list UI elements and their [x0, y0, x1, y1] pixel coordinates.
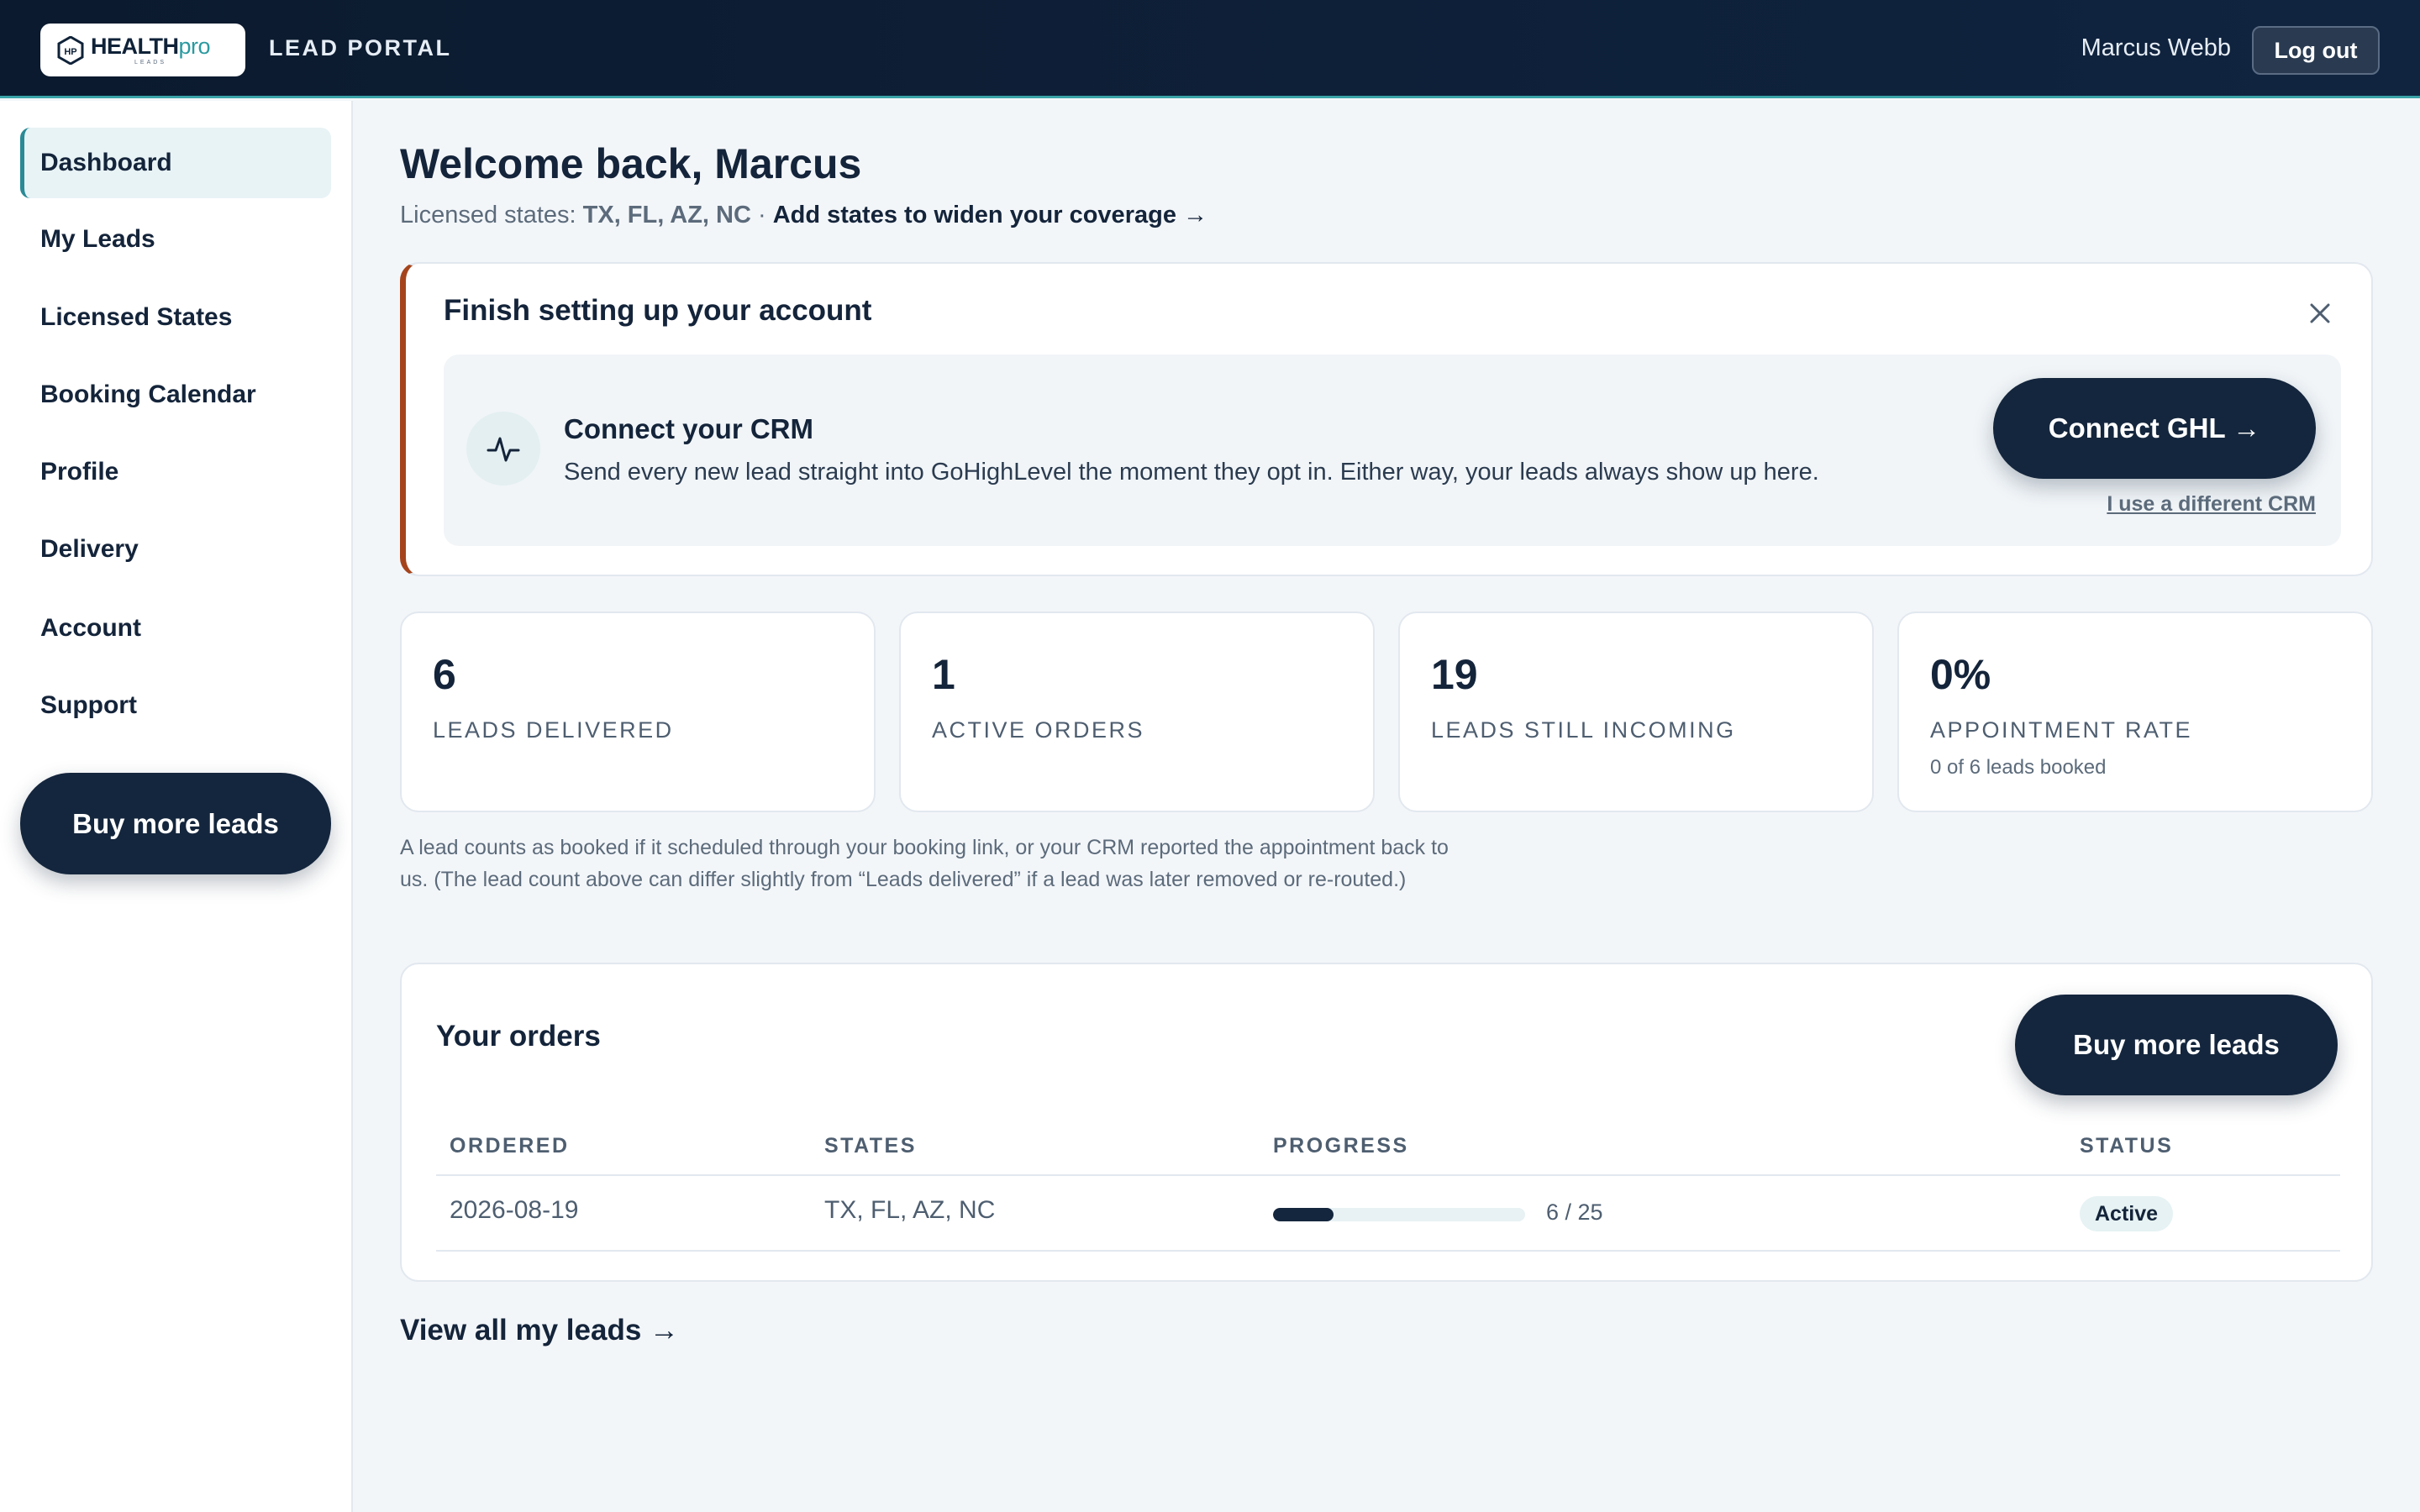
states-codes: TX, FL, AZ, NC: [582, 202, 751, 228]
setup-card: Finish setting up your account Connect y…: [400, 262, 2373, 576]
sidebar-item-support[interactable]: Support: [20, 670, 331, 741]
add-states-link[interactable]: Add states to widen your coverage →: [773, 202, 1207, 228]
portal-title: LEAD PORTAL: [269, 35, 452, 60]
crm-panel: Connect your CRM Send every new lead str…: [444, 354, 2341, 546]
stat-label: LEADS DELIVERED: [433, 717, 674, 743]
logo-mark-text: HP: [64, 47, 76, 57]
stat-label: APPOINTMENT RATE: [1930, 717, 2193, 743]
column-header-status: STATUS: [2080, 1134, 2174, 1158]
booking-note: A lead counts as booked if it scheduled …: [400, 836, 1449, 891]
logout-button[interactable]: Log out: [2252, 26, 2380, 75]
order-date: 2026-08-19: [450, 1196, 579, 1224]
logo[interactable]: HP HEALTHpro LEADS: [40, 24, 245, 76]
user-name: Marcus Webb: [2081, 34, 2231, 61]
table-divider: [436, 1174, 2340, 1176]
crm-description: Send every new lead straight into GoHigh…: [564, 459, 1819, 486]
orders-card: Your orders Buy more leads ORDERED STATE…: [400, 963, 2373, 1282]
crm-title: Connect your CRM: [564, 413, 813, 444]
orders-buy-more-leads-button[interactable]: Buy more leads: [2015, 995, 2338, 1095]
pulse-icon-circle: [466, 412, 540, 486]
stat-card-leads-delivered: 6 LEADS DELIVERED: [400, 612, 876, 812]
sidebar-item-dashboard[interactable]: Dashboard: [20, 128, 331, 198]
setup-card-title: Finish setting up your account: [444, 294, 872, 327]
sidebar-item-my-leads[interactable]: My Leads: [20, 204, 331, 275]
order-progress-fill: [1273, 1208, 1334, 1221]
stat-label: LEADS STILL INCOMING: [1431, 717, 1736, 743]
licensed-states-line: Licensed states: TX, FL, AZ, NC · Add st…: [400, 202, 1207, 229]
order-states: TX, FL, AZ, NC: [824, 1196, 996, 1224]
states-separator: ·: [750, 202, 773, 228]
table-divider: [436, 1250, 2340, 1252]
stat-label: ACTIVE ORDERS: [932, 717, 1145, 743]
order-progress-bar: [1273, 1208, 1525, 1221]
stat-value: 1: [932, 651, 955, 698]
sidebar-item-profile[interactable]: Profile: [20, 437, 331, 507]
logo-main-text: HEALTH: [91, 33, 179, 59]
activity-pulse-icon: [487, 437, 520, 462]
logo-accent-text: pro: [178, 33, 211, 59]
view-all-leads-link[interactable]: View all my leads →: [400, 1314, 679, 1347]
sidebar-buy-more-leads-button[interactable]: Buy more leads: [20, 773, 331, 874]
order-progress-text: 6 / 25: [1546, 1200, 1603, 1225]
stat-card-active-orders: 1 ACTIVE ORDERS: [899, 612, 1375, 812]
different-crm-link[interactable]: I use a different CRM: [2107, 492, 2316, 517]
sidebar-item-booking-calendar[interactable]: Booking Calendar: [20, 360, 331, 430]
orders-title: Your orders: [436, 1020, 601, 1053]
page-title: Welcome back, Marcus: [400, 140, 862, 187]
stat-card-appointment-rate: 0% APPOINTMENT RATE 0 of 6 leads booked: [1897, 612, 2373, 812]
stat-value: 6: [433, 651, 456, 698]
connect-ghl-button[interactable]: Connect GHL →: [1993, 378, 2316, 479]
states-prefix: Licensed states:: [400, 202, 583, 228]
column-header-progress: PROGRESS: [1273, 1134, 1409, 1158]
stat-value: 19: [1431, 651, 1478, 698]
status-badge: Active: [2080, 1196, 2174, 1231]
close-icon[interactable]: [2307, 301, 2333, 326]
sidebar-item-licensed-states[interactable]: Licensed States: [20, 282, 331, 353]
top-bar: HP HEALTHpro LEADS LEAD PORTAL Marcus We…: [0, 0, 2420, 98]
sidebar: Dashboard My Leads Licensed States Booki…: [0, 101, 353, 1512]
sidebar-item-account[interactable]: Account: [20, 593, 331, 664]
stat-subtext: 0 of 6 leads booked: [1930, 756, 2107, 779]
sidebar-item-delivery[interactable]: Delivery: [20, 514, 331, 585]
stat-value: 0%: [1930, 651, 1991, 698]
hexagon-logo-icon: HP: [57, 35, 84, 65]
logo-sub-text: LEADS: [134, 59, 166, 66]
column-header-ordered: ORDERED: [450, 1134, 570, 1158]
stat-card-leads-incoming: 19 LEADS STILL INCOMING: [1398, 612, 1874, 812]
column-header-states: STATES: [824, 1134, 917, 1158]
